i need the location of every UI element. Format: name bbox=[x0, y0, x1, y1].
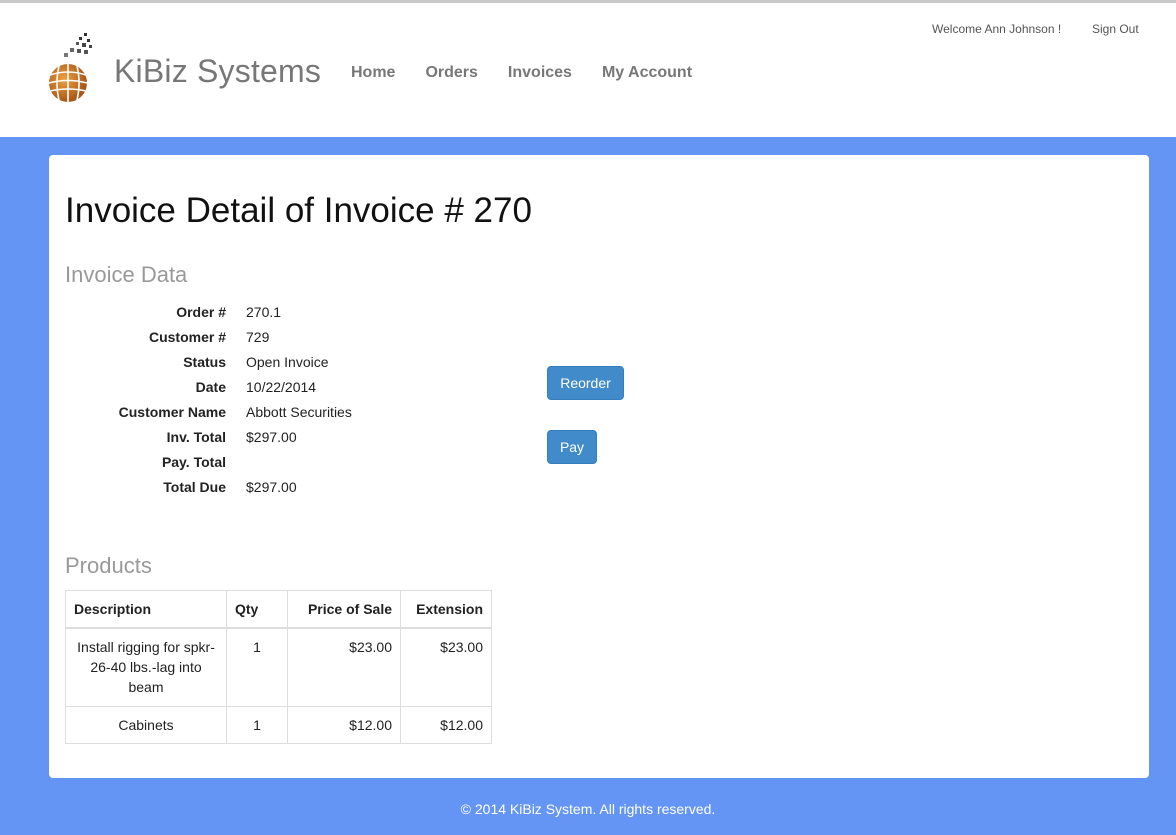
cell-qty: 1 bbox=[226, 627, 288, 707]
column-header-qty: Qty bbox=[226, 590, 288, 629]
nav-invoices[interactable]: Invoices bbox=[508, 64, 572, 82]
table-row: Install rigging for spkr-26-40 lbs.-lag … bbox=[65, 627, 492, 707]
detail-label: Total Due bbox=[163, 479, 226, 495]
site-header: KiBiz Systems Home Orders Invoices My Ac… bbox=[0, 3, 1176, 137]
reorder-button[interactable]: Reorder bbox=[547, 366, 624, 400]
cell-qty: 1 bbox=[226, 705, 288, 744]
cell-extension: $12.00 bbox=[400, 705, 492, 744]
welcome-text: Welcome Ann Johnson ! bbox=[932, 22, 1062, 36]
detail-value: 729 bbox=[246, 329, 270, 345]
footer-copyright: © 2014 KiBiz System. All rights reserved… bbox=[460, 801, 716, 817]
kibiz-logo-icon[interactable] bbox=[46, 31, 104, 111]
main-nav: Home Orders Invoices My Account bbox=[351, 64, 692, 82]
invoice-details: Order # 270.1 Customer # 729 Status Open… bbox=[65, 302, 352, 502]
detail-value: $297.00 bbox=[246, 479, 297, 495]
nav-my-account[interactable]: My Account bbox=[602, 64, 692, 82]
detail-label: Pay. Total bbox=[161, 454, 226, 470]
detail-row-customer-name: Customer Name Abbott Securities bbox=[65, 402, 352, 427]
detail-row-customer-number: Customer # 729 bbox=[65, 327, 352, 352]
cell-price: $23.00 bbox=[287, 627, 401, 707]
cell-price: $12.00 bbox=[287, 705, 401, 744]
invoice-data-heading: Invoice Data bbox=[65, 262, 188, 287]
detail-label: Order # bbox=[176, 304, 226, 320]
pay-button[interactable]: Pay bbox=[547, 430, 597, 464]
detail-value: $297.00 bbox=[246, 429, 297, 445]
sign-out-link[interactable]: Sign Out bbox=[1092, 22, 1139, 36]
nav-home[interactable]: Home bbox=[351, 64, 395, 82]
column-header-extension: Extension bbox=[400, 590, 492, 629]
column-header-description: Description bbox=[65, 590, 227, 629]
detail-row-status: Status Open Invoice bbox=[65, 352, 352, 377]
detail-row-pay-total: Pay. Total bbox=[65, 452, 352, 477]
detail-label: Customer # bbox=[148, 329, 226, 345]
detail-row-date: Date 10/22/2014 bbox=[65, 377, 352, 402]
detail-value: 10/22/2014 bbox=[246, 379, 317, 395]
nav-orders[interactable]: Orders bbox=[425, 64, 477, 82]
products-table: Description Qty Price of Sale Extension … bbox=[65, 590, 492, 744]
column-header-price: Price of Sale bbox=[287, 590, 401, 629]
table-row: Cabinets 1 $12.00 $12.00 bbox=[65, 705, 492, 744]
brand-title[interactable]: KiBiz Systems bbox=[114, 53, 321, 90]
detail-value: Open Invoice bbox=[246, 354, 329, 370]
cell-extension: $23.00 bbox=[400, 627, 492, 707]
detail-label: Inv. Total bbox=[166, 429, 226, 445]
table-header-row: Description Qty Price of Sale Extension bbox=[65, 590, 492, 629]
invoice-panel: Invoice Detail of Invoice # 270 Invoice … bbox=[49, 155, 1149, 778]
detail-label: Status bbox=[183, 354, 226, 370]
detail-value: 270.1 bbox=[246, 304, 282, 320]
detail-row-order: Order # 270.1 bbox=[65, 302, 352, 327]
cell-description: Install rigging for spkr-26-40 lbs.-lag … bbox=[65, 627, 227, 707]
detail-label: Customer Name bbox=[118, 404, 226, 420]
cell-description: Cabinets bbox=[65, 705, 227, 744]
detail-value: Abbott Securities bbox=[246, 404, 352, 420]
detail-label: Date bbox=[195, 379, 226, 395]
products-heading: Products bbox=[65, 553, 152, 578]
detail-row-total-due: Total Due $297.00 bbox=[65, 477, 352, 502]
page-title: Invoice Detail of Invoice # 270 bbox=[65, 191, 532, 230]
detail-row-invoice-total: Inv. Total $297.00 bbox=[65, 427, 352, 452]
